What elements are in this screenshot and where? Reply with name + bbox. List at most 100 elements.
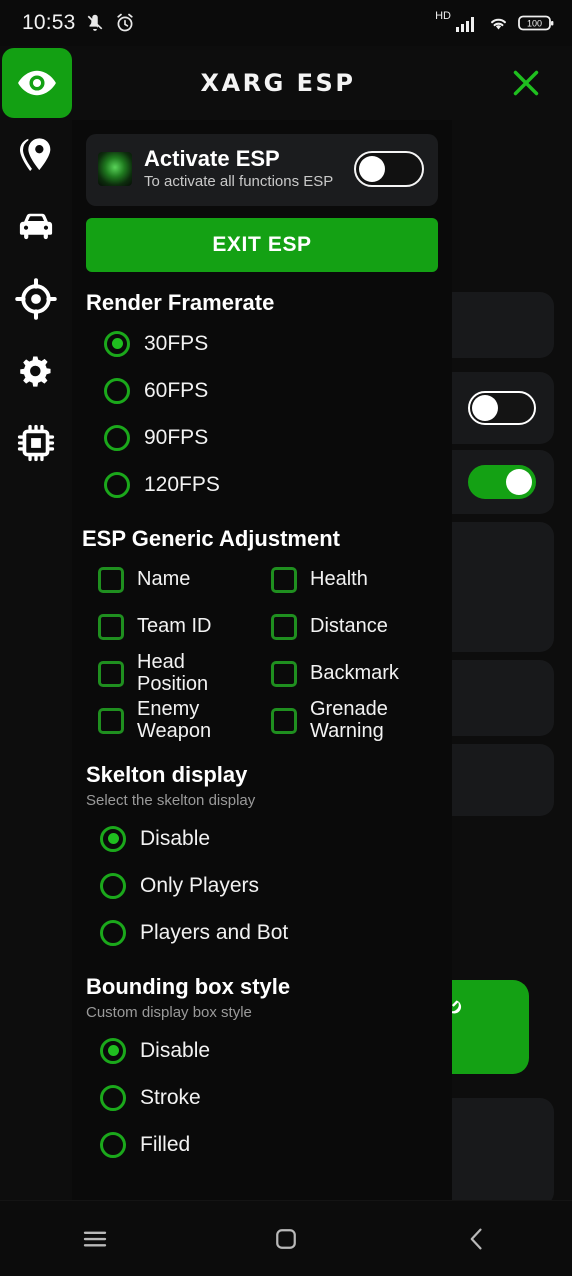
app-root: P 11 ols 10:53 <box>0 0 572 1276</box>
radio-icon <box>104 424 130 451</box>
radio-icon <box>100 1037 126 1064</box>
sidebar-item-memory[interactable] <box>10 420 62 466</box>
bounding-box-option-stroke[interactable]: Stroke <box>82 1074 438 1121</box>
activate-esp-subtitle: To activate all functions ESP <box>144 173 334 191</box>
radio-icon <box>100 1084 126 1111</box>
checkbox-icon <box>98 660 124 687</box>
network-type-label: HD <box>435 10 451 22</box>
bounding-box-subtitle: Custom display box style <box>86 1004 252 1022</box>
sidebar-item-aim[interactable] <box>10 276 62 322</box>
framerate-option-label: 120FPS <box>144 472 220 496</box>
framerate-option-label: 30FPS <box>144 331 209 355</box>
recents-button[interactable] <box>59 1213 131 1265</box>
checkbox-label: Enemy Weapon <box>137 697 212 742</box>
esp-settings-panel: Activate ESP To activate all functions E… <box>72 120 452 1200</box>
eye-icon <box>18 70 56 96</box>
checkbox-label: Health <box>310 567 368 590</box>
checkbox-label: Team ID <box>137 614 212 637</box>
skelton-display-section: Skelton display Select the skelton displ… <box>72 762 452 956</box>
close-button[interactable] <box>494 51 558 115</box>
radio-icon <box>104 377 130 404</box>
skelton-option-only-players[interactable]: Only Players <box>82 862 438 909</box>
skelton-display-title: Skelton display <box>86 762 248 788</box>
activate-esp-toggle[interactable] <box>354 151 424 188</box>
bounding-box-title: Bounding box style <box>86 974 291 1000</box>
radio-icon <box>104 330 130 357</box>
framerate-option-120fps[interactable]: 120FPS <box>86 461 438 508</box>
skelton-option-disable[interactable]: Disable <box>82 815 438 862</box>
car-icon <box>19 213 53 240</box>
alarm-icon <box>116 13 133 32</box>
menu-icon <box>84 1231 107 1246</box>
checkbox-option-name[interactable]: Name <box>98 556 261 603</box>
home-square-icon <box>276 1228 296 1249</box>
page-title: XARG ESP <box>200 69 356 97</box>
bounding-box-option-label: Disable <box>140 1038 211 1062</box>
checkbox-option-backmark[interactable]: Backmark <box>271 650 434 697</box>
activate-esp-texts: Activate ESP To activate all functions E… <box>144 146 342 192</box>
location-pin-icon <box>20 138 51 171</box>
checkbox-icon <box>271 566 297 593</box>
bounding-box-option-label: Stroke <box>140 1085 201 1109</box>
background-toggle-off[interactable] <box>468 391 536 425</box>
render-framerate-title: Render Framerate <box>86 290 275 316</box>
checkbox-label: Grenade Warning <box>310 697 388 742</box>
status-bar-left: 10:53 <box>22 11 136 35</box>
checkbox-icon <box>98 566 124 593</box>
checkbox-option-health[interactable]: Health <box>271 556 434 603</box>
checkbox-label: Distance <box>310 614 388 637</box>
bounding-box-option-disable[interactable]: Disable <box>82 1027 438 1074</box>
radio-icon <box>104 471 130 498</box>
sidebar-item-location[interactable] <box>10 132 62 178</box>
framerate-option-label: 60FPS <box>144 378 209 402</box>
checkbox-label: Name <box>137 567 191 590</box>
activate-esp-card[interactable]: Activate ESP To activate all functions E… <box>86 134 438 207</box>
checkbox-option-head-position[interactable]: Head Position <box>98 650 261 697</box>
close-icon <box>513 70 539 96</box>
framerate-option-30fps[interactable]: 30FPS <box>86 320 438 367</box>
radio-icon <box>100 1131 126 1158</box>
sidebar-item-settings[interactable] <box>10 348 62 394</box>
skelton-option-players-and-bot[interactable]: Players and Bot <box>82 909 438 956</box>
app-bar: XARG ESP <box>0 46 572 120</box>
esp-generic-adjustment-grid: Name Health Team ID Distance Head Positi… <box>82 556 438 744</box>
background-toggle-on[interactable] <box>468 465 536 499</box>
status-time: 10:53 <box>22 11 76 34</box>
home-button[interactable] <box>250 1213 322 1265</box>
checkbox-option-team-id[interactable]: Team ID <box>98 603 261 650</box>
esp-generic-adjustment-title: ESP Generic Adjustment <box>82 526 340 552</box>
sidebar-item-vehicle[interactable] <box>10 204 62 250</box>
bounding-box-style-section: Bounding box style Custom display box st… <box>72 974 452 1168</box>
framerate-option-90fps[interactable]: 90FPS <box>86 414 438 461</box>
skelton-option-label: Disable <box>140 826 211 850</box>
battery-level-text: 100 <box>527 18 542 28</box>
back-button[interactable] <box>441 1213 513 1265</box>
checkbox-option-enemy-weapon[interactable]: Enemy Weapon <box>98 697 261 744</box>
status-bar-right: HD 100 <box>432 10 554 33</box>
skelton-option-label: Only Players <box>140 873 260 897</box>
signal-icon <box>456 17 474 32</box>
activate-esp-title: Activate ESP <box>144 146 280 171</box>
mute-icon <box>87 14 102 31</box>
exit-esp-button[interactable]: EXIT ESP <box>86 218 438 273</box>
wifi6-icon <box>491 18 506 30</box>
chip-icon <box>17 424 55 462</box>
status-bar: 10:53 HD 100 <box>0 0 572 46</box>
bounding-box-option-filled[interactable]: Filled <box>82 1121 438 1168</box>
checkbox-icon <box>271 613 297 640</box>
checkbox-option-distance[interactable]: Distance <box>271 603 434 650</box>
checkbox-label: Head Position <box>137 650 209 695</box>
android-nav-bar <box>0 1200 572 1276</box>
checkbox-icon <box>98 707 124 734</box>
radio-icon <box>100 919 126 946</box>
crosshair-icon <box>15 278 57 320</box>
framerate-option-label: 90FPS <box>144 425 209 449</box>
radio-icon <box>100 872 126 899</box>
checkbox-option-grenade-warning[interactable]: Grenade Warning <box>271 697 434 744</box>
sidebar <box>0 120 72 1200</box>
checkbox-label: Backmark <box>310 661 399 684</box>
skelton-display-subtitle: Select the skelton display <box>86 792 256 810</box>
framerate-option-60fps[interactable]: 60FPS <box>86 367 438 414</box>
radio-icon <box>100 825 126 852</box>
checkbox-icon <box>271 707 297 734</box>
